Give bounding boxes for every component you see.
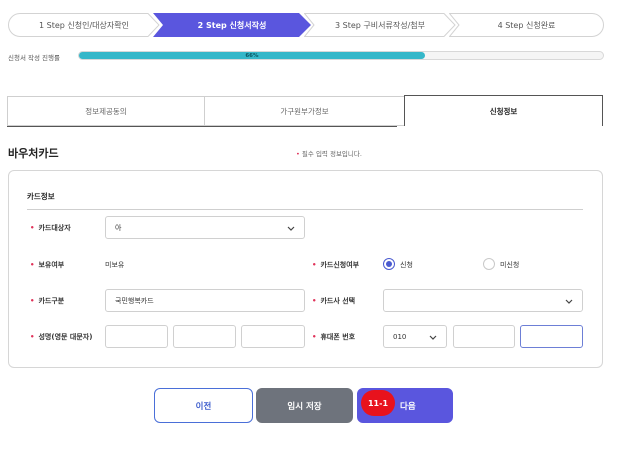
tab-bar: 정보제공동의 가구원부가정보 신청정보	[7, 95, 603, 126]
ownership-label-text: 보유여부	[38, 261, 65, 269]
panel-title: 카드정보	[27, 192, 55, 201]
card-type-label: • 카드구분	[30, 296, 64, 306]
english-name-label-text: 성명(영문 대문자)	[38, 333, 93, 341]
card-type-value: 국민행복카드	[115, 296, 154, 305]
apply-yes-label: 신청	[400, 261, 413, 269]
progress-percent: 66%	[245, 52, 259, 59]
step-4-label: 4 Step 신청완료	[497, 20, 556, 30]
progress-label: 신청서 작성 진행률	[8, 54, 60, 62]
step-2: 2 Step 신청서작성	[153, 13, 311, 37]
phone-label-text: 휴대폰 번호	[320, 333, 356, 341]
card-target-label-text: 카드대상자	[38, 224, 71, 232]
card-type-field[interactable]: 국민행복카드	[105, 289, 305, 312]
required-dot: •	[30, 333, 35, 341]
step-indicator: 1 Step 신청인/대상자확인 2 Step 신청서작성 3 Step 구비서…	[8, 13, 604, 37]
card-company-label-text: 카드사 선택	[320, 297, 356, 305]
card-type-label-text: 카드구분	[38, 297, 65, 305]
card-company-label: • 카드사 선택	[312, 296, 355, 306]
phone-prefix-select[interactable]: 010	[383, 325, 447, 348]
section-title: 바우처카드	[8, 147, 59, 160]
chevron-down-icon	[565, 299, 573, 304]
required-note-text: 필수 입력 정보입니다.	[301, 150, 362, 158]
chevron-down-icon	[429, 335, 437, 340]
step-4: 4 Step 신청완료	[449, 13, 604, 37]
tab-consent[interactable]: 정보제공동의	[7, 96, 205, 126]
required-dot: •	[30, 224, 35, 232]
card-target-value: 아	[115, 223, 122, 232]
card-apply-label: • 카드신청여부	[312, 260, 359, 270]
temp-save-button[interactable]: 임시 저장	[256, 388, 353, 423]
english-name-input-2[interactable]	[173, 325, 236, 348]
required-dot: •	[30, 297, 35, 305]
phone-last-input[interactable]	[520, 325, 583, 348]
progress-bar: 66%	[78, 51, 604, 60]
panel-divider	[27, 209, 583, 210]
required-dot: •	[312, 333, 317, 341]
card-apply-label-text: 카드신청여부	[320, 261, 360, 269]
step-1: 1 Step 신청인/대상자확인	[8, 13, 160, 37]
phone-prefix-value: 010	[393, 332, 407, 341]
step-3: 3 Step 구비서류작성/첨부	[304, 13, 456, 37]
apply-no-label: 미신청	[500, 261, 520, 269]
tab-application-info[interactable]: 신청정보	[404, 95, 603, 126]
card-target-label: • 카드대상자	[30, 223, 71, 233]
required-note: • 필수 입력 정보입니다.	[296, 148, 362, 158]
annotation-badge: 11-1	[361, 390, 395, 416]
card-target-select[interactable]: 아	[105, 216, 305, 239]
required-dot: •	[312, 297, 317, 305]
next-button-label: 다음	[400, 402, 416, 412]
progress-fill: 66%	[79, 52, 425, 59]
tab-household-info[interactable]: 가구원부가정보	[204, 96, 405, 126]
required-dot: •	[296, 150, 300, 158]
english-name-label: • 성명(영문 대문자)	[30, 332, 92, 342]
english-name-input-1[interactable]	[105, 325, 168, 348]
apply-no-radio[interactable]	[483, 258, 495, 270]
card-company-select[interactable]	[383, 289, 583, 312]
tab-underline	[7, 126, 397, 127]
required-dot: •	[312, 261, 317, 269]
phone-middle-input[interactable]	[453, 325, 515, 348]
chevron-down-icon	[287, 226, 295, 231]
english-name-input-3[interactable]	[241, 325, 305, 348]
apply-yes-radio[interactable]	[383, 258, 395, 270]
required-dot: •	[30, 261, 35, 269]
ownership-label: • 보유여부	[30, 260, 64, 270]
phone-label: • 휴대폰 번호	[312, 332, 355, 342]
step-3-label: 3 Step 구비서류작성/첨부	[335, 20, 425, 30]
ownership-value: 미보유	[105, 261, 125, 269]
prev-button[interactable]: 이전	[154, 388, 253, 423]
step-2-label: 2 Step 신청서작성	[197, 20, 267, 30]
step-1-label: 1 Step 신청인/대상자확인	[39, 20, 129, 30]
